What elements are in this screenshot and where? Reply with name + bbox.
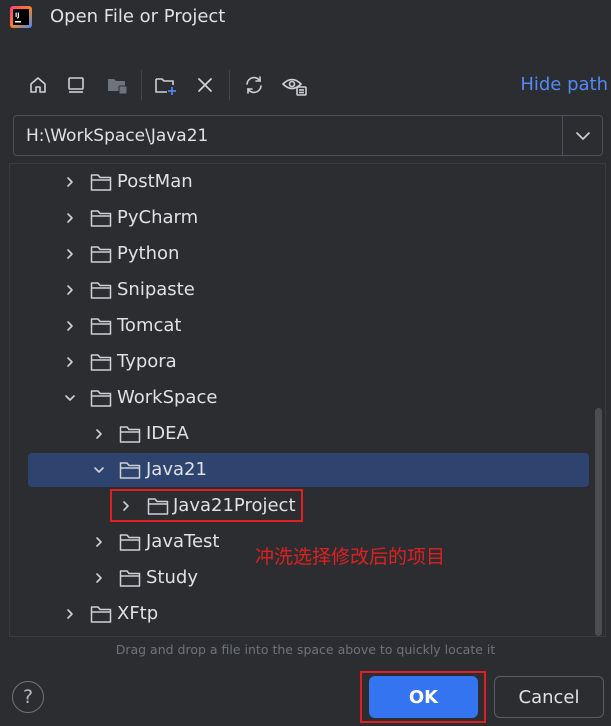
chevron-right-icon[interactable] xyxy=(60,236,80,272)
folder-icon xyxy=(90,390,112,407)
folder-icon xyxy=(119,426,141,443)
tree-item-label: PostMan xyxy=(117,171,193,192)
folder-icon xyxy=(119,534,141,551)
folder-icon xyxy=(90,174,112,191)
folder-icon xyxy=(90,282,112,299)
tree-item-workspace[interactable]: WorkSpace xyxy=(10,380,592,416)
tree-item-postman[interactable]: PostMan xyxy=(10,164,592,200)
chevron-right-icon[interactable] xyxy=(89,524,109,560)
toolbar: Hide path xyxy=(0,66,611,104)
annotation-highlight-box xyxy=(110,489,303,522)
path-combobox xyxy=(13,115,603,156)
tree-item-label: Tomcat xyxy=(117,315,182,336)
folder-icon xyxy=(90,246,112,263)
intellij-logo-icon: IJ xyxy=(10,6,32,28)
tree-item-label: IDEA xyxy=(146,423,189,444)
drop-hint: Drag and drop a file into the space abov… xyxy=(115,642,496,657)
chevron-down-icon[interactable] xyxy=(89,453,109,487)
window-title: Open File or Project xyxy=(50,6,226,27)
tree-item-label: Java21 xyxy=(146,459,207,480)
project-folder-icon[interactable] xyxy=(102,70,132,100)
home-icon[interactable] xyxy=(23,70,53,100)
delete-icon[interactable] xyxy=(190,70,220,100)
tree-item-java21[interactable]: Java21 xyxy=(28,453,589,487)
tree-item-label: WorkSpace xyxy=(117,387,218,408)
chevron-right-icon[interactable] xyxy=(60,308,80,344)
tree-item-typora[interactable]: Typora xyxy=(10,344,592,380)
chevron-right-icon[interactable] xyxy=(60,272,80,308)
cancel-button[interactable]: Cancel xyxy=(494,676,604,718)
tree-item-label: PyCharm xyxy=(117,207,199,228)
chevron-down-icon xyxy=(575,131,590,140)
tree-scrollbar[interactable] xyxy=(595,408,602,636)
chevron-right-icon[interactable] xyxy=(89,560,109,596)
tree-item-label: Snipaste xyxy=(117,279,195,300)
path-input[interactable] xyxy=(14,116,562,155)
tree-item-tomcat[interactable]: Tomcat xyxy=(10,308,592,344)
tree-item-label: Python xyxy=(117,243,180,264)
new-folder-icon[interactable] xyxy=(151,70,181,100)
folder-icon xyxy=(90,354,112,371)
path-history-dropdown[interactable] xyxy=(563,116,602,155)
chevron-down-icon[interactable] xyxy=(60,380,80,416)
refresh-icon[interactable] xyxy=(239,70,269,100)
chevron-right-icon[interactable] xyxy=(60,164,80,200)
hide-path-link[interactable]: Hide path xyxy=(520,74,608,95)
chevron-right-icon[interactable] xyxy=(89,416,109,452)
tree-item-xftp[interactable]: XFtp xyxy=(10,596,592,632)
tree-item-python[interactable]: Python xyxy=(10,236,592,272)
folder-icon xyxy=(90,606,112,623)
ok-button[interactable]: OK xyxy=(369,676,478,718)
tree-item-label: JavaTest xyxy=(146,531,220,552)
tree-item-label: Study xyxy=(146,567,198,588)
help-icon: ? xyxy=(22,686,34,708)
svg-text:IJ: IJ xyxy=(15,12,19,19)
chevron-right-icon[interactable] xyxy=(60,200,80,236)
folder-icon xyxy=(90,210,112,227)
folder-icon xyxy=(119,570,141,587)
chevron-right-icon[interactable] xyxy=(60,596,80,632)
tree-item-idea[interactable]: IDEA xyxy=(10,416,592,452)
annotation-text: 冲洗选择修改后的项目 xyxy=(255,546,446,568)
folder-icon xyxy=(119,462,141,479)
tree-item-label: XFtp xyxy=(117,603,159,624)
tree-item-pycharm[interactable]: PyCharm xyxy=(10,200,592,236)
desktop-icon[interactable] xyxy=(61,70,91,100)
folder-icon xyxy=(90,318,112,335)
title-bar: IJ Open File or Project xyxy=(0,0,611,36)
help-button[interactable]: ? xyxy=(12,681,44,713)
tree-item-snipaste[interactable]: Snipaste xyxy=(10,272,592,308)
chevron-right-icon[interactable] xyxy=(60,344,80,380)
show-hidden-icon[interactable] xyxy=(279,70,309,100)
tree-item-label: Typora xyxy=(117,351,177,372)
